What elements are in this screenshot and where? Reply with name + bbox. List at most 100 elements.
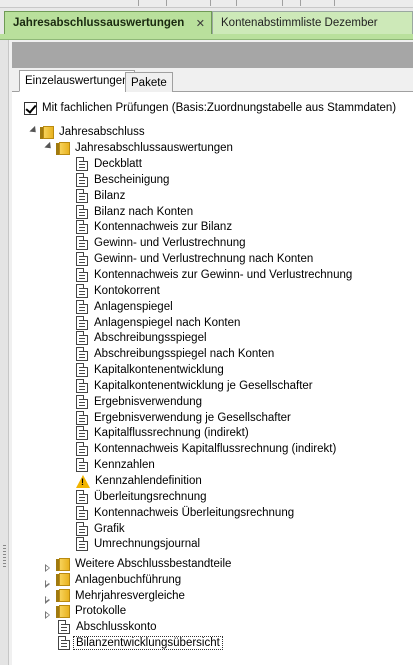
tree-item[interactable]: Kontennachweis zur Bilanz — [76, 219, 232, 235]
document-icon — [76, 347, 88, 362]
tree-item[interactable]: Abschreibungsspiegel — [76, 330, 207, 346]
sub-tab-bar: Einzelauswertungen Pakete — [12, 70, 413, 92]
document-icon — [76, 299, 88, 314]
tree-item[interactable]: Ergebnisverwendung — [76, 394, 202, 410]
tree-item[interactable]: Bilanz nach Konten — [76, 204, 193, 220]
tree-item-label: Anlagenspiegel — [94, 300, 173, 313]
tree-item-label: Kontennachweis zur Bilanz — [94, 221, 233, 234]
tab-label: Kontenabstimmliste Dezember — [221, 17, 378, 29]
tree-item-label: Kontokorrent — [94, 284, 160, 297]
tree-item-label: Kapitalflussrechnung (indirekt) — [94, 427, 249, 440]
tab-pakete[interactable]: Pakete — [125, 72, 173, 92]
collapse-arrow-icon[interactable] — [45, 611, 50, 620]
tree-item[interactable]: Kontokorrent — [76, 283, 160, 299]
document-tab-bar: Jahresabschlussauswertungen ✕ Kontenabst… — [0, 8, 413, 34]
tree-item[interactable]: Kontennachweis zur Gewinn- und Verlustre… — [76, 267, 352, 283]
tree-node-label: Jahresabschlussauswertungen — [75, 142, 233, 154]
toolbar-separator — [282, 0, 283, 6]
document-icon — [76, 410, 88, 425]
folder-icon — [40, 125, 54, 139]
tree-folder-label: Mehrjahresvergleiche — [75, 589, 185, 602]
collapse-arrow-icon[interactable] — [45, 564, 50, 572]
tree-item-label: Gewinn- und Verlustrechnung — [94, 237, 246, 250]
tab-jahresabschlussauswertungen[interactable]: Jahresabschlussauswertungen ✕ — [4, 11, 212, 34]
tree-item[interactable]: Kapitalkontenentwicklung je Gesellschaft… — [76, 378, 313, 394]
tree-item[interactable]: Bescheinigung — [76, 172, 169, 188]
tab-label: Jahresabschlussauswertungen — [13, 17, 185, 29]
tree-item[interactable]: Bilanzentwicklungsübersicht — [58, 635, 223, 651]
splitter-grip-icon[interactable] — [3, 545, 6, 569]
tree-item[interactable]: Umrechnungsjournal — [76, 536, 200, 552]
document-icon — [76, 394, 88, 409]
document-icon — [76, 236, 88, 251]
document-icon — [76, 378, 88, 393]
folder-icon — [56, 557, 70, 571]
folder-icon — [56, 589, 70, 603]
tree-item-label: Abschlusskonto — [76, 621, 157, 633]
document-icon — [76, 172, 88, 187]
close-icon[interactable]: ✕ — [196, 17, 205, 30]
toolbar-separator — [138, 0, 139, 6]
tree-item[interactable]: Grafik — [76, 521, 125, 537]
document-icon — [76, 489, 88, 504]
tree-item[interactable]: Anlagenspiegel — [76, 299, 173, 315]
tree-item-label: Kapitalkontenentwicklung — [94, 364, 224, 377]
header-bar — [12, 42, 413, 68]
document-icon — [76, 283, 88, 298]
document-icon — [76, 220, 88, 235]
tree-item[interactable]: Überleitungsrechnung — [76, 489, 207, 505]
tree-item[interactable]: Abschreibungsspiegel nach Konten — [76, 346, 274, 362]
folder-icon — [56, 573, 70, 587]
document-icon — [76, 442, 88, 457]
tree-item-label: Bilanz — [94, 189, 126, 202]
tree-item[interactable]: Kennzahlendefinition — [76, 473, 202, 489]
document-icon — [58, 636, 70, 650]
document-icon — [76, 252, 88, 267]
tree-item-label: Kennzahlen — [94, 459, 155, 472]
tree-item-label: Gewinn- und Verlustrechnung nach Konten — [94, 253, 314, 266]
tree-folder[interactable]: Protokolle — [56, 603, 126, 619]
fachliche-pruefungen-checkbox[interactable] — [24, 101, 37, 115]
tree-item-label: Bescheinigung — [94, 173, 170, 186]
tab-einzelauswertungen[interactable]: Einzelauswertungen — [19, 70, 135, 92]
tree-item[interactable]: Gewinn- und Verlustrechnung — [76, 235, 246, 251]
tree-item-label: Grafik — [94, 522, 125, 535]
tree-item[interactable]: Deckblatt — [76, 156, 142, 172]
tree-item-label: Bilanzentwicklungsübersicht — [73, 636, 223, 650]
tree-folder[interactable]: Weitere Abschlussbestandteile — [56, 556, 231, 572]
document-icon — [76, 521, 88, 536]
tree-item[interactable]: Bilanz — [76, 188, 125, 204]
tree-folder-label: Anlagenbuchführung — [75, 573, 182, 586]
tree-item[interactable]: Kennzahlen — [76, 457, 155, 473]
tree-item[interactable]: Ergebnisverwendung je Gesellschafter — [76, 410, 291, 426]
tree-item[interactable]: Kontennachweis Überleitungsrechnung — [76, 505, 294, 521]
document-icon — [76, 505, 88, 520]
tree-item[interactable]: Abschlusskonto — [58, 619, 157, 635]
document-icon — [76, 157, 88, 171]
tree-item[interactable]: Kontennachweis Kapitalflussrechnung (ind… — [76, 441, 336, 457]
collapse-arrow-icon[interactable] — [45, 595, 50, 604]
collapse-arrow-icon[interactable] — [45, 579, 50, 588]
tree-item[interactable]: Kapitalkontenentwicklung — [76, 362, 224, 378]
tree-item[interactable]: Kapitalflussrechnung (indirekt) — [76, 425, 249, 441]
tree-item-label: Ergebnisverwendung je Gesellschafter — [94, 411, 291, 424]
document-icon — [76, 537, 88, 552]
document-icon — [58, 620, 70, 634]
document-icon — [76, 426, 88, 441]
tree-item[interactable]: Anlagenspiegel nach Konten — [76, 315, 240, 331]
tree-folder-label: Protokolle — [75, 605, 127, 618]
tree-folder[interactable]: Anlagenbuchführung — [56, 572, 181, 588]
fachliche-pruefungen-row[interactable]: Mit fachlichen Prüfungen (Basis:Zuordnun… — [24, 100, 396, 116]
checkbox-label: Mit fachlichen Prüfungen (Basis:Zuordnun… — [42, 102, 397, 114]
tree-node-jahresabschluss[interactable]: Jahresabschluss — [40, 124, 145, 140]
top-toolbar-strip — [0, 0, 413, 8]
tree-item-label: Kontennachweis Kapitalflussrechnung (ind… — [94, 443, 337, 456]
tree-item[interactable]: Gewinn- und Verlustrechnung nach Konten — [76, 251, 313, 267]
document-icon — [76, 315, 88, 330]
tree-node-jahresabschlussauswertungen[interactable]: Jahresabschlussauswertungen — [56, 140, 233, 156]
tab-kontenabstimmliste[interactable]: Kontenabstimmliste Dezember — [212, 11, 413, 34]
left-splitter[interactable] — [0, 40, 9, 665]
tree-item-label: Kennzahlendefinition — [95, 475, 202, 487]
tree-item-label: Kontennachweis zur Gewinn- und Verlustre… — [94, 268, 353, 281]
tree-folder[interactable]: Mehrjahresvergleiche — [56, 588, 185, 604]
